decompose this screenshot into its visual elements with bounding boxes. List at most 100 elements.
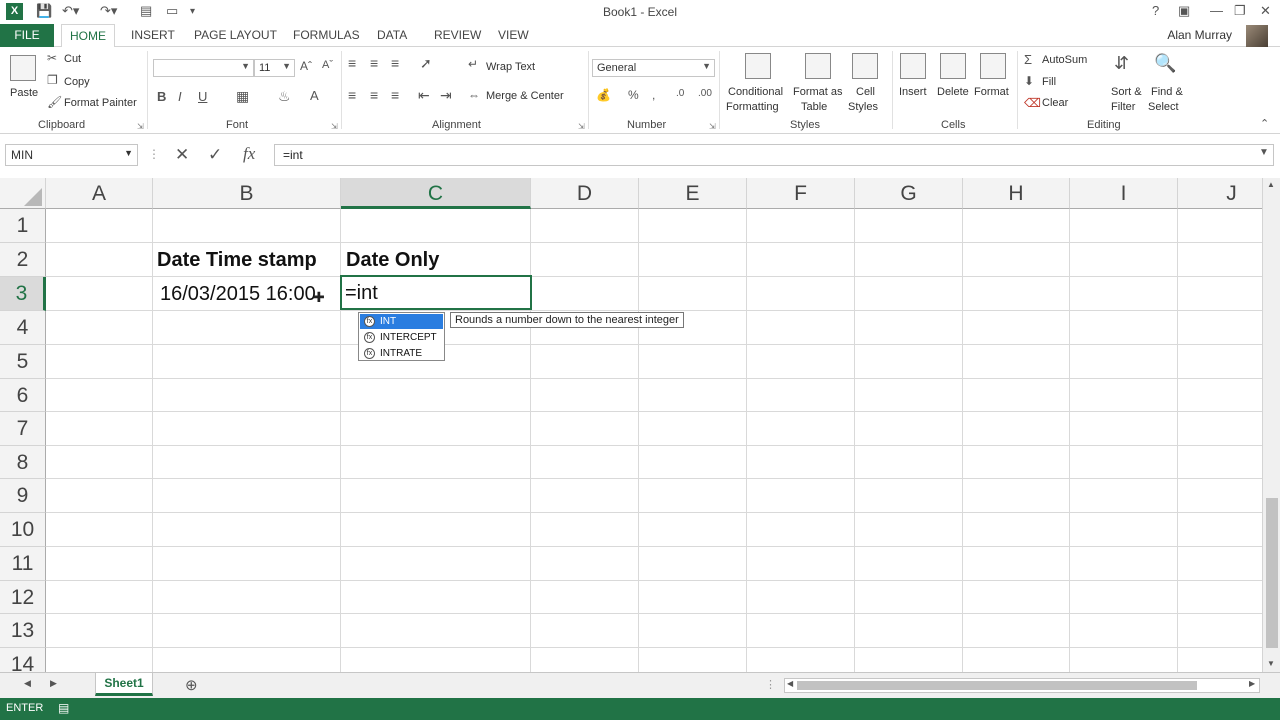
column-header-i[interactable]: I — [1070, 178, 1178, 209]
ribbon-display-icon[interactable]: ▣ — [1178, 3, 1190, 19]
copy-button[interactable]: Copy — [64, 76, 90, 88]
row-header-11[interactable]: 11 — [0, 547, 46, 581]
name-box[interactable]: MIN ▼ — [5, 144, 138, 166]
collapse-ribbon-icon[interactable]: ⌃ — [1260, 117, 1269, 130]
italic-icon[interactable]: I — [178, 89, 182, 104]
select-all-button[interactable] — [0, 178, 46, 209]
expand-formula-bar-icon[interactable]: ▼ — [1259, 147, 1269, 158]
format-painter-button[interactable]: Format Painter — [64, 97, 137, 109]
row-header-10[interactable]: 10 — [0, 513, 46, 547]
wrap-text-button[interactable]: Wrap Text — [486, 61, 535, 73]
minimize-icon[interactable]: — — [1210, 3, 1223, 18]
row-header-14[interactable]: 14 — [0, 648, 46, 672]
tab-page-layout[interactable]: PAGE LAYOUT — [194, 28, 277, 42]
column-header-e[interactable]: E — [639, 178, 747, 209]
align-middle-icon[interactable]: ≡ — [370, 55, 378, 71]
align-bottom-icon[interactable]: ≡ — [391, 55, 399, 71]
alignment-launcher-icon[interactable]: ⇲ — [578, 122, 585, 131]
autocomplete-item-intrate[interactable]: fx INTRATE — [360, 346, 443, 361]
number-launcher-icon[interactable]: ⇲ — [709, 122, 716, 131]
horizontal-scrollbar[interactable]: ◀ ▶ — [784, 678, 1260, 693]
increase-indent-icon[interactable]: ⇥ — [440, 87, 452, 104]
row-header-7[interactable]: 7 — [0, 412, 46, 446]
tab-insert[interactable]: INSERT — [131, 28, 175, 42]
font-launcher-icon[interactable]: ⇲ — [331, 122, 338, 131]
restore-icon[interactable]: ❐ — [1234, 3, 1246, 19]
tab-review[interactable]: REVIEW — [434, 28, 481, 42]
autocomplete-item-intercept[interactable]: fx INTERCEPT — [360, 330, 443, 345]
scroll-right-icon[interactable]: ▶ — [1249, 679, 1255, 688]
column-header-h[interactable]: H — [963, 178, 1070, 209]
enter-icon[interactable]: ✓ — [208, 145, 222, 165]
scroll-down-icon[interactable]: ▼ — [1267, 659, 1275, 668]
underline-icon[interactable]: U — [198, 89, 207, 104]
row-header-12[interactable]: 12 — [0, 581, 46, 614]
tab-view[interactable]: VIEW — [498, 28, 529, 42]
number-format-combo[interactable]: General ▼ — [592, 59, 715, 77]
column-header-a[interactable]: A — [46, 178, 153, 209]
delete-cells-button[interactable]: Delete — [937, 86, 969, 98]
row-header-9[interactable]: 9 — [0, 479, 46, 513]
horizontal-scroll-thumb[interactable] — [797, 681, 1197, 690]
autosum-button[interactable]: AutoSum — [1042, 54, 1087, 66]
fill-color-icon[interactable]: ♨ — [278, 88, 291, 105]
sort-filter-button[interactable]: Sort & — [1111, 86, 1142, 98]
font-name-combo[interactable]: ▼ — [153, 59, 254, 77]
cell-c3-editor[interactable]: =int — [345, 282, 378, 305]
find-select-button[interactable]: Find & — [1151, 86, 1183, 98]
tab-formulas[interactable]: FORMULAS — [293, 28, 360, 42]
decrease-decimal-icon[interactable]: .00 — [698, 88, 712, 99]
row-header-8[interactable]: 8 — [0, 446, 46, 479]
formula-input[interactable]: =int — [274, 144, 1274, 166]
sheet-nav-next-icon[interactable]: ▶ — [50, 678, 57, 689]
column-header-j[interactable]: J — [1178, 178, 1262, 209]
fill-button[interactable]: Fill — [1042, 76, 1056, 88]
format-cells-button[interactable]: Format — [974, 86, 1009, 98]
column-header-d[interactable]: D — [531, 178, 639, 209]
cut-button[interactable]: Cut — [64, 53, 81, 65]
conditional-formatting-button[interactable]: Conditional — [728, 86, 783, 98]
macro-record-icon[interactable]: ▤ — [58, 701, 69, 715]
clipboard-launcher-icon[interactable]: ⇲ — [137, 122, 144, 131]
column-header-c[interactable]: C — [341, 178, 531, 209]
close-icon[interactable]: ✕ — [1260, 3, 1271, 19]
cell-c2[interactable]: Date Only — [346, 249, 439, 272]
row-header-5[interactable]: 5 — [0, 345, 46, 379]
font-size-combo[interactable]: 11 ▼ — [254, 59, 295, 77]
font-color-icon[interactable]: A — [310, 88, 319, 103]
function-autocomplete-list[interactable]: fx INT fx INTERCEPT fx INTRATE — [358, 312, 445, 361]
percent-style-icon[interactable]: % — [628, 88, 639, 102]
borders-icon[interactable]: ▦ — [236, 88, 249, 105]
format-as-table-button[interactable]: Format as — [793, 86, 843, 98]
align-top-icon[interactable]: ≡ — [348, 55, 356, 71]
cell-b3[interactable]: 16/03/2015 16:00 — [160, 283, 316, 306]
paste-icon[interactable] — [10, 55, 36, 81]
comma-style-icon[interactable]: , — [652, 88, 655, 102]
row-header-1[interactable]: 1 — [0, 209, 46, 243]
scroll-up-icon[interactable]: ▲ — [1267, 180, 1275, 189]
cancel-icon[interactable]: ✕ — [175, 145, 189, 165]
tab-data[interactable]: DATA — [377, 28, 407, 42]
clear-button[interactable]: Clear — [1042, 97, 1068, 109]
merge-center-button[interactable]: Merge & Center — [486, 90, 564, 102]
column-header-f[interactable]: F — [747, 178, 855, 209]
vertical-scroll-thumb[interactable] — [1266, 498, 1278, 648]
row-header-3[interactable]: 3 — [0, 277, 46, 311]
row-header-4[interactable]: 4 — [0, 311, 46, 345]
insert-function-icon[interactable]: fx — [243, 144, 255, 164]
accounting-format-icon[interactable]: 💰 — [596, 88, 611, 102]
worksheet-grid[interactable]: A B C D E F G H I J 1 2 3 4 5 6 7 8 9 10… — [0, 178, 1262, 672]
increase-decimal-icon[interactable]: .0 — [676, 88, 684, 99]
vertical-scrollbar[interactable]: ▲ ▼ — [1262, 178, 1280, 672]
align-left-icon[interactable]: ≡ — [348, 87, 356, 103]
align-right-icon[interactable]: ≡ — [391, 87, 399, 103]
bold-icon[interactable]: B — [157, 89, 166, 104]
decrease-indent-icon[interactable]: ⇤ — [418, 87, 430, 104]
scroll-left-icon[interactable]: ◀ — [787, 679, 793, 688]
cell-b2[interactable]: Date Time stamp — [157, 249, 317, 272]
help-icon[interactable]: ? — [1152, 3, 1159, 18]
tab-file[interactable]: FILE — [0, 24, 54, 47]
tab-home[interactable]: HOME — [61, 24, 115, 48]
insert-cells-button[interactable]: Insert — [899, 86, 927, 98]
row-header-13[interactable]: 13 — [0, 614, 46, 648]
